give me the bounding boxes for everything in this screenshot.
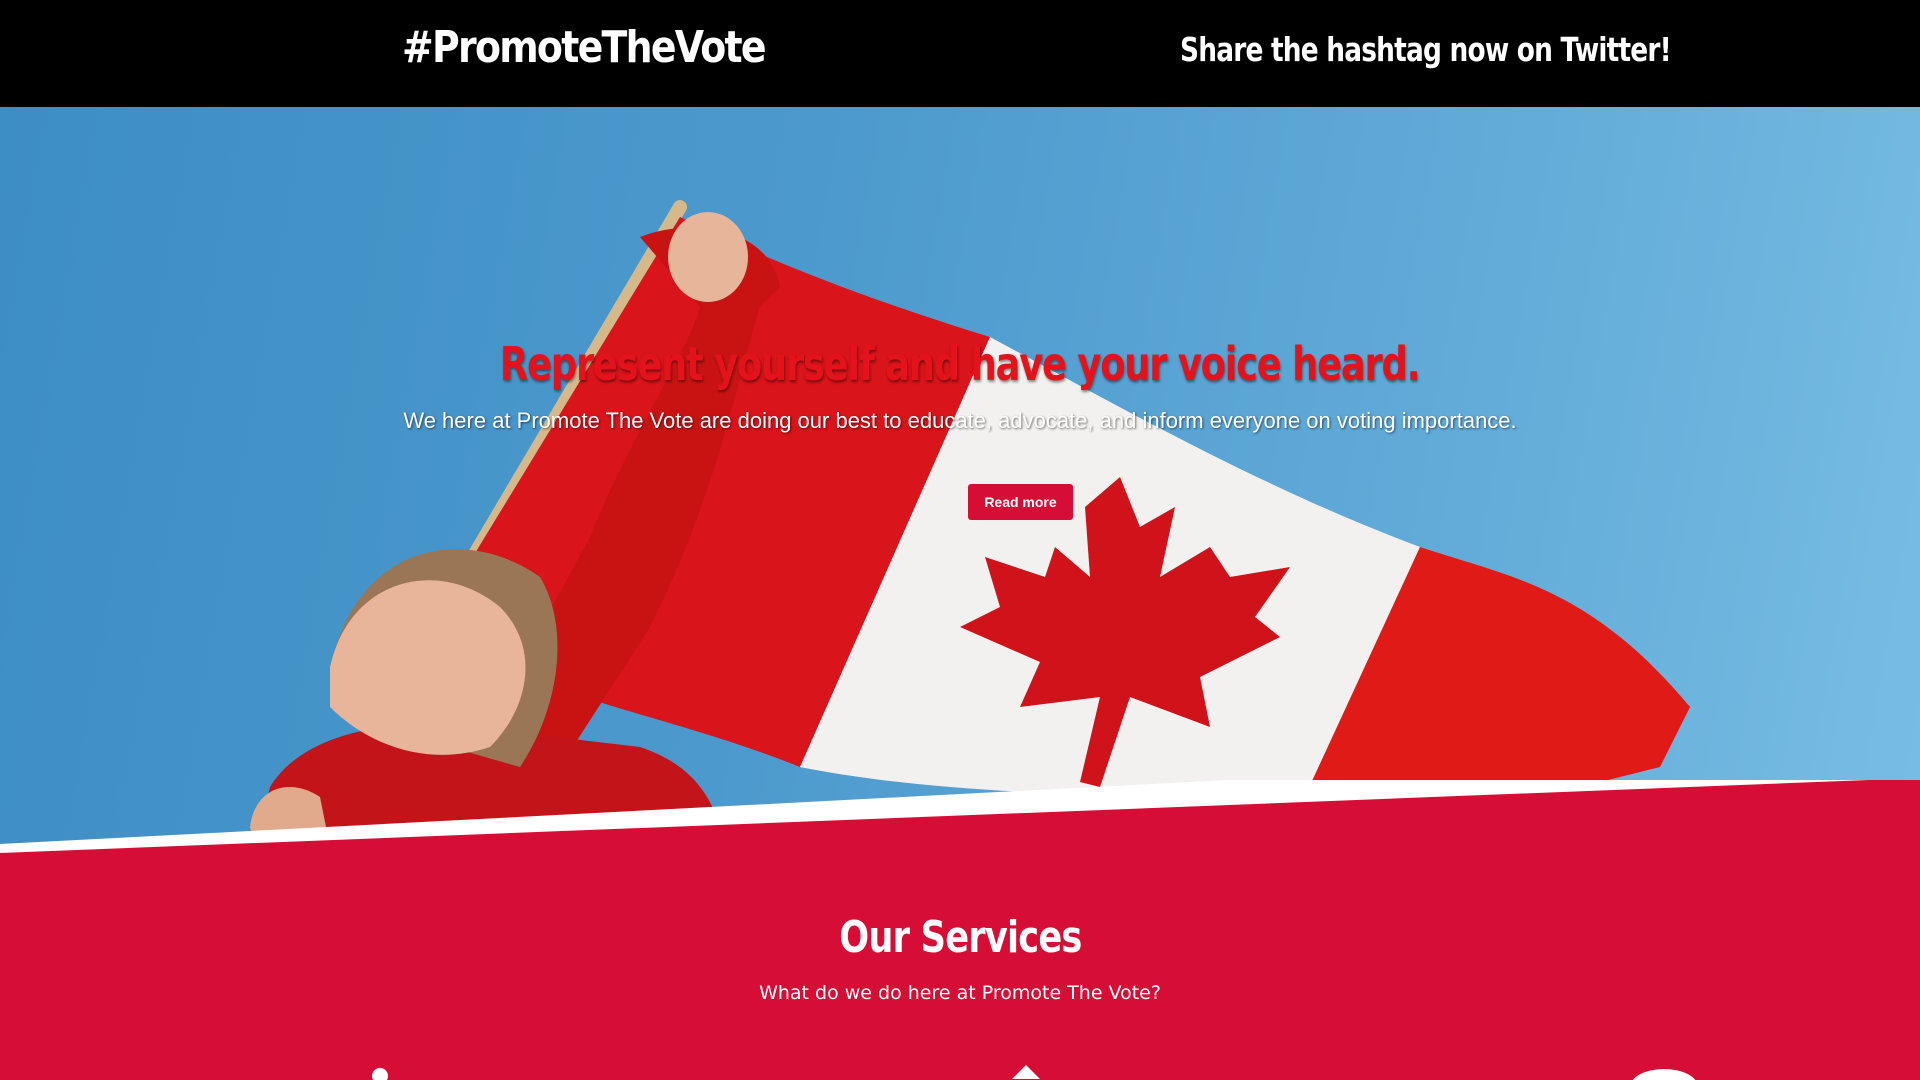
hero-title: Represent yourself and have your voice h… xyxy=(500,337,1421,391)
hero-banner: Represent yourself and have your voice h… xyxy=(0,107,1920,867)
services-subtitle: What do we do here at Promote The Vote? xyxy=(759,982,1161,1004)
read-more-button[interactable]: Read more xyxy=(968,484,1073,520)
hero-subtitle: We here at Promote The Vote are doing ou… xyxy=(403,408,1517,433)
info-icon xyxy=(372,1068,388,1080)
home-icon xyxy=(1012,1065,1040,1079)
person-hand xyxy=(668,212,748,302)
brand-logo-link[interactable]: #PromoteTheVote xyxy=(402,22,767,73)
share-twitter-link[interactable]: Share the hashtag now on Twitter! xyxy=(1180,30,1672,69)
services-title: Our Services xyxy=(838,912,1082,963)
services-section: Our Services What do we do here at Promo… xyxy=(0,780,1920,1080)
hero-background-photo xyxy=(250,200,1690,867)
top-navbar: #PromoteTheVote Share the hashtag now on… xyxy=(0,0,1920,107)
